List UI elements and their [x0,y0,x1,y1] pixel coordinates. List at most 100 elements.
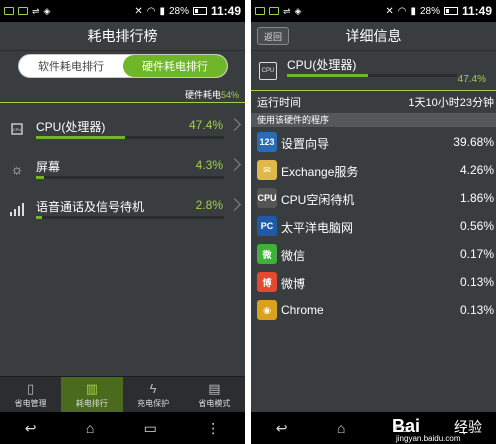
app-percent: 1.86% [459,191,494,205]
chevron-right-icon [228,198,241,211]
app-icon: ✉ [257,160,277,180]
system-nav-bar: ↩ ⌂ ▭ ⋮ [0,412,245,444]
svg-text:CPU: CPU [13,127,22,132]
chevron-right-icon [228,158,241,171]
hardware-name: CPU(处理器) [36,120,106,134]
baidu-watermark: Bai 经验 jingyan.baidu.com [392,416,492,443]
mute-icon: ✕ [385,5,394,17]
cpu-icon: CPU [259,62,277,80]
brightness-icon: ☼ [10,161,24,177]
hardware-percent: 2.8% [195,198,223,212]
app-name: Chrome [281,303,324,317]
notification-icon [4,7,14,15]
android-icon: ◈ [294,5,302,16]
app-row[interactable]: 博微博 0.13% [251,268,496,296]
nav-label: 省电管理 [14,398,47,408]
back-button[interactable]: 返回 [257,27,289,45]
hardware-name: CPU(处理器) [287,58,357,72]
app-row[interactable]: ✉ Exchange服务 4.26% [251,156,496,184]
usage-bar [287,74,457,77]
tab-software-ranking[interactable]: 软件耗电排行 [19,55,123,77]
app-icon: ◉ [257,300,277,320]
usage-bar-fill [36,176,45,179]
clock: 11:49 [210,4,241,18]
signal-icon [8,200,26,218]
status-bar: ⇌ ◈ ✕ ◠ ▮ 28% 11:49 [251,0,496,22]
page-title: 耗电排行榜 [0,22,245,51]
left-phone-screen: ⇌ ◈ ✕ ◠ ▮ 28% 11:49 耗电排行榜 软件耗电排行 硬件耗电排行 … [0,0,245,444]
battery-icon [443,7,458,15]
app-row[interactable]: PC 太平洋电脑网 0.56% [251,212,496,240]
watermark-url: jingyan.baidu.com [396,434,461,443]
app-icon: CPU [257,188,277,208]
app-percent: 0.17% [459,247,494,261]
usage-bar [36,176,224,179]
hardware-usage-summary: 硬件耗电54% [185,88,239,101]
app-name: 设置向导 [281,137,330,151]
divider [0,102,245,103]
recent-apps-icon[interactable]: ▭ [144,420,157,437]
app-row[interactable]: ◉ Chrome 0.13% [251,296,496,324]
nav-power-mode[interactable]: ▤ 省电模式 [184,377,245,413]
usage-bar [36,216,224,219]
menu-icon[interactable]: ⋮ [206,420,220,437]
usage-label: 硬件耗电 [184,90,221,100]
app-percent: 39.68% [453,135,494,149]
app-row[interactable]: 123 设置向导 39.68% [251,128,496,156]
android-icon: ◈ [43,5,51,16]
app-row[interactable]: CPU CPU空闲待机 1.86% [251,184,496,212]
app-percent: 0.13% [459,303,494,317]
mute-icon: ✕ [134,5,143,17]
nav-power-management[interactable]: ▯ 省电管理 [0,377,61,413]
lightning-icon: ϟ [149,380,157,396]
ranking-tab-switch: 软件耗电排行 硬件耗电排行 [18,54,228,78]
notification-icon [18,7,28,15]
app-name: 微博 [281,277,306,291]
notification-icon [269,7,279,15]
usage-bar-fill [36,216,42,219]
hardware-percent: 4.3% [195,158,223,172]
hardware-name: 屏幕 [36,160,61,174]
app-percent: 4.26% [459,163,494,177]
usage-bar-fill [287,74,368,77]
status-bar: ⇌ ◈ ✕ ◠ ▮ 28% 11:49 [0,0,245,22]
signal-icon: ▮ [410,5,416,17]
hardware-percent: 47.4% [188,118,223,132]
usage-percent: 54% [220,90,239,100]
right-phone-screen: ⇌ ◈ ✕ ◠ ▮ 28% 11:49 详细信息 返回 CPU CPU(处理器)… [251,0,496,444]
back-icon[interactable]: ↩ [276,420,288,437]
nav-usage-ranking[interactable]: ▥ 耗电排行 [61,377,123,413]
app-row[interactable]: 微微信 0.17% [251,240,496,268]
section-header: 使用该硬件的程序 [251,113,496,127]
bottom-nav: ▯ 省电管理 ▥ 耗电排行 ϟ 充电保护 ▤ 省电模式 [0,376,245,413]
nav-label: 耗电排行 [75,398,108,408]
wifi-icon: ◠ [397,5,407,17]
usage-bar [36,136,224,139]
app-name: Exchange服务 [281,165,359,179]
usb-icon: ⇌ [32,5,40,16]
battery-icon: ▯ [27,380,35,396]
app-name: 太平洋电脑网 [281,221,354,235]
hardware-row-voice[interactable]: 语音通话及信号待机 2.8% [0,192,245,228]
app-icon: 博 [257,272,277,292]
app-percent: 0.13% [459,275,494,289]
app-name: 微信 [281,249,306,263]
hardware-row-cpu[interactable]: CPU CPU(处理器) 47.4% [0,112,245,148]
wifi-icon: ◠ [146,5,156,17]
signal-icon: ▮ [159,5,165,17]
hardware-row-screen[interactable]: ☼ 屏幕 4.3% [0,152,245,188]
battery-icon [192,7,207,15]
app-icon: 微 [257,244,277,264]
notification-icon [255,7,265,15]
home-icon[interactable]: ⌂ [86,420,94,436]
runtime-value: 1天10小时23分钟 [408,97,494,109]
tab-hardware-ranking[interactable]: 硬件耗电排行 [123,55,227,77]
home-icon[interactable]: ⌂ [337,420,345,436]
hardware-percent: 47.4% [457,74,486,85]
battery-percent: 28% [419,5,440,17]
back-icon[interactable]: ↩ [25,420,37,437]
nav-charge-protection[interactable]: ϟ 充电保护 [123,377,184,413]
runtime-label: 运行时间 [257,97,301,109]
nav-label: 充电保护 [137,398,170,408]
divider [251,90,496,91]
